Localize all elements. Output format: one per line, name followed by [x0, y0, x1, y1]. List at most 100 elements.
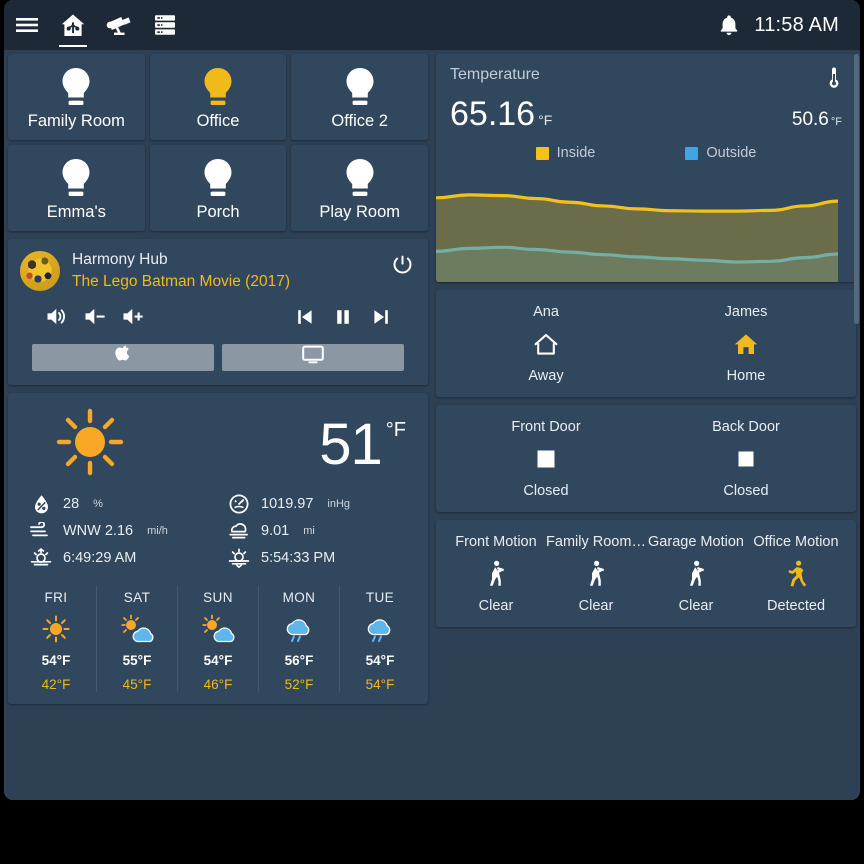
- visibility-value: 9.01: [261, 522, 290, 539]
- tab-home[interactable]: [50, 0, 96, 50]
- light-button-emmas[interactable]: Emma's: [8, 145, 145, 231]
- visibility-unit: mi: [303, 524, 315, 537]
- tv-source-button[interactable]: [222, 343, 404, 371]
- tab-system[interactable]: [142, 0, 188, 50]
- weather-details: 28 % WNW 2.16 mi/h 6:49:29 AM 1019.97 in…: [8, 484, 428, 580]
- sunny-icon: [41, 614, 71, 644]
- next-track-icon[interactable]: [362, 304, 400, 330]
- light-button-play-room[interactable]: Play Room: [291, 145, 428, 231]
- door-sensors-card: Front Door Closed Back Door Closed: [436, 405, 856, 512]
- entity-row: Front Door Closed Back Door Closed: [446, 419, 846, 499]
- temperature-primary: 65.16 °F: [450, 97, 552, 131]
- light-button-office-2[interactable]: Office 2: [291, 54, 428, 140]
- tab-cameras[interactable]: [96, 0, 142, 50]
- server-rack-icon: [153, 13, 177, 37]
- walking-person-icon: [585, 560, 607, 588]
- humidity-icon: [30, 494, 52, 514]
- volume-down-icon[interactable]: [76, 304, 114, 330]
- forecast-high: 54°F: [203, 652, 233, 668]
- entity-state: Closed: [723, 483, 769, 499]
- square-closed-icon: [735, 445, 757, 473]
- temperature-secondary-unit: °F: [830, 116, 842, 128]
- entity-state: Clear: [578, 598, 614, 614]
- sensor-front-door[interactable]: Front Door Closed: [446, 419, 646, 499]
- weather-card: 51 °F 28 % WNW 2.16 mi/h 6:49:29 AM 1019…: [8, 392, 428, 704]
- temperature-values: 65.16 °F 50.6 °F: [450, 97, 842, 131]
- light-button-porch[interactable]: Porch: [149, 145, 287, 231]
- media-device-name: Harmony Hub: [72, 251, 168, 268]
- forecast-day: MON 56°F 52°F: [259, 585, 340, 692]
- legend-swatch: [685, 146, 699, 160]
- previous-track-icon[interactable]: [286, 304, 324, 330]
- forecast-high: 54°F: [41, 652, 71, 668]
- entity-name: James: [724, 304, 768, 320]
- left-column: Family Room Office Office 2 Emma's Porch…: [4, 54, 432, 800]
- forecast-high: 55°F: [122, 652, 152, 668]
- volume-mute-icon[interactable]: [38, 304, 76, 330]
- partly-cloudy-icon: [201, 614, 235, 644]
- scrollbar-thumb[interactable]: [854, 54, 859, 324]
- vertical-scrollbar[interactable]: [854, 54, 859, 800]
- dashboard-content: Family Room Office Office 2 Emma's Porch…: [4, 50, 860, 800]
- notification-bell-icon[interactable]: [708, 0, 750, 50]
- top-navigation-bar: 11:58 AM: [4, 0, 860, 50]
- forecast-day-label: FRI: [44, 589, 68, 605]
- temperature-chart-card: Temperature 65.16 °F 50.6 °F Inside Outs…: [436, 54, 856, 282]
- sensor-front-motion[interactable]: Front Motion Clear: [446, 534, 546, 614]
- sensor-office-motion[interactable]: Office Motion Detected: [746, 534, 846, 614]
- weather-temperature-unit: °F: [385, 418, 406, 441]
- walking-person-icon: [685, 560, 707, 588]
- weather-pressure-row: 1019.97 inHg: [228, 494, 410, 514]
- power-icon[interactable]: [388, 251, 416, 279]
- people-presence-card: Ana Away James Home: [436, 290, 856, 397]
- forecast-day-label: SAT: [123, 589, 151, 605]
- television-icon: [302, 345, 324, 369]
- wind-icon: [30, 521, 52, 541]
- rainy-icon: [282, 614, 316, 644]
- entity-state: Away: [528, 368, 564, 384]
- entity-name: Office Motion: [753, 534, 839, 550]
- sensor-garage-motion[interactable]: Garage Motion Clear: [646, 534, 746, 614]
- temperature-primary-unit: °F: [538, 112, 553, 128]
- app-window: 11:58 AM Family Room Office Office 2 Emm…: [4, 0, 860, 800]
- legend-swatch: [535, 146, 549, 160]
- sensor-family-room-motion[interactable]: Family Room… Clear: [546, 534, 646, 614]
- volume-up-icon[interactable]: [114, 304, 152, 330]
- person-ana[interactable]: Ana Away: [446, 304, 646, 384]
- motion-sensors-card: Front Motion Clear Family Room… Clear Ga…: [436, 520, 856, 627]
- weather-wind-row: WNW 2.16 mi/h: [30, 521, 212, 541]
- light-button-family-room[interactable]: Family Room: [8, 54, 145, 140]
- house-filled-icon: [733, 330, 759, 358]
- media-metadata: Harmony Hub The Lego Batman Movie (2017): [72, 249, 376, 294]
- hamburger-menu-icon[interactable]: [4, 0, 50, 50]
- entity-state: Home: [726, 368, 766, 384]
- sunrise-value: 6:49:29 AM: [63, 549, 137, 566]
- light-label: Office 2: [331, 111, 388, 130]
- media-source-buttons: [20, 343, 416, 371]
- light-button-office[interactable]: Office: [149, 54, 287, 140]
- temperature-card-title: Temperature: [450, 66, 540, 83]
- forecast-day-label: SUN: [203, 589, 233, 605]
- clock: 11:58 AM: [754, 13, 839, 36]
- weather-sunset-row: 5:54:33 PM: [228, 548, 410, 568]
- light-label: Emma's: [46, 202, 106, 221]
- light-label: Office: [196, 111, 240, 130]
- lightbulb-icon: [339, 65, 381, 111]
- pause-icon[interactable]: [324, 304, 362, 330]
- entity-name: Front Door: [511, 419, 581, 435]
- temperature-primary-value: 65.16: [450, 95, 536, 133]
- weather-details-left: 28 % WNW 2.16 mi/h 6:49:29 AM: [30, 494, 212, 568]
- gauge-icon: [228, 494, 250, 514]
- temperature-area-chart: [436, 186, 838, 282]
- sensor-back-door[interactable]: Back Door Closed: [646, 419, 846, 499]
- apple-tv-source-button[interactable]: [32, 343, 214, 371]
- weather-sunrise-row: 6:49:29 AM: [30, 548, 212, 568]
- entity-row: Ana Away James Home: [446, 304, 846, 384]
- lightbulb-icon: [55, 156, 97, 202]
- thermometer-icon: [826, 66, 842, 95]
- person-james[interactable]: James Home: [646, 304, 846, 384]
- entity-state: Closed: [523, 483, 569, 499]
- forecast-day: FRI 54°F 42°F: [16, 585, 97, 692]
- sunny-icon: [53, 405, 127, 484]
- weather-temperature: 51: [319, 411, 383, 477]
